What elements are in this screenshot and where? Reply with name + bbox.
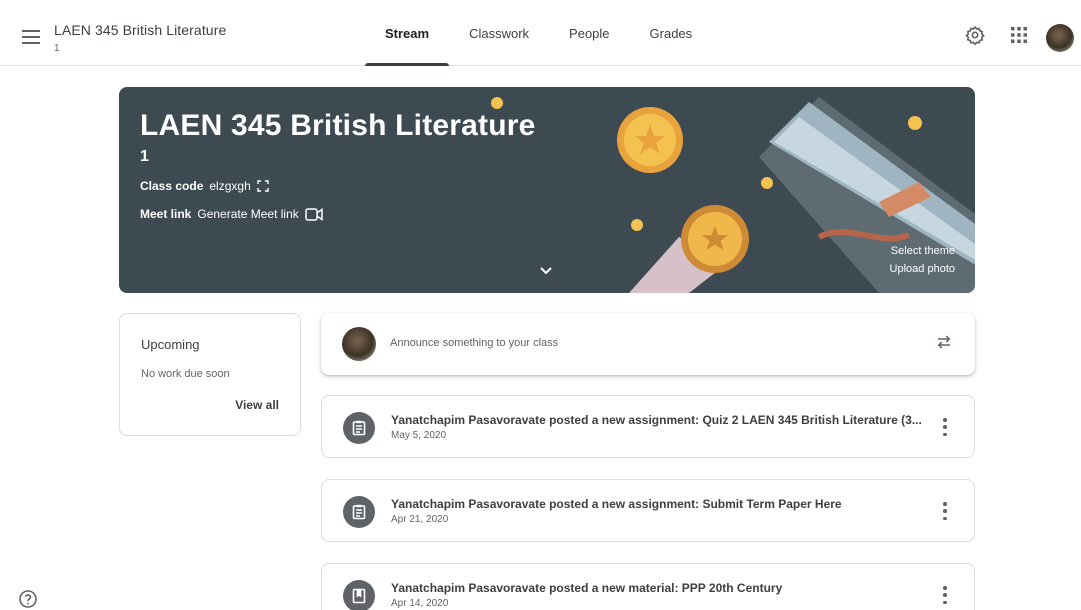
help-icon[interactable]: [18, 589, 38, 610]
stream-post[interactable]: Yanatchapim Pasavoravate posted a new as…: [321, 395, 975, 458]
tab-bar: Stream Classwork People Grades: [365, 0, 712, 66]
repost-icon[interactable]: [935, 333, 953, 356]
upcoming-card: Upcoming No work due soon View all: [119, 313, 301, 436]
class-code-label: Class code: [140, 179, 204, 193]
upcoming-title: Upcoming: [141, 337, 200, 352]
post-title[interactable]: Yanatchapim Pasavoravate posted a new as…: [391, 413, 931, 427]
announce-placeholder[interactable]: Announce something to your class: [390, 337, 558, 349]
material-icon: [343, 580, 375, 610]
class-code-row: Class code elzgxgh: [140, 179, 269, 193]
upcoming-empty-text: No work due soon: [141, 368, 230, 380]
more-options-icon[interactable]: [942, 502, 948, 520]
stream-post[interactable]: Yanatchapim Pasavoravate posted a new ma…: [321, 563, 975, 610]
meet-link-label: Meet link: [140, 207, 192, 221]
post-title[interactable]: Yanatchapim Pasavoravate posted a new as…: [391, 497, 931, 511]
tab-grades[interactable]: Grades: [630, 0, 713, 66]
post-title[interactable]: Yanatchapim Pasavoravate posted a new ma…: [391, 581, 931, 595]
more-options-icon[interactable]: [942, 586, 948, 604]
banner-section: 1: [140, 148, 149, 165]
class-section: 1: [54, 43, 60, 54]
menu-icon[interactable]: [16, 22, 46, 52]
banner-title: LAEN 345 British Literature: [140, 109, 536, 142]
account-avatar[interactable]: [1046, 24, 1074, 52]
view-all-link[interactable]: View all: [235, 398, 279, 412]
video-camera-icon[interactable]: [305, 207, 323, 221]
post-date: Apr 14, 2020: [391, 598, 449, 609]
class-title[interactable]: LAEN 345 British Literature: [54, 22, 226, 38]
stream-post[interactable]: Yanatchapim Pasavoravate posted a new as…: [321, 479, 975, 542]
assignment-icon: [343, 412, 375, 444]
class-banner: LAEN 345 British Literature 1 Class code…: [119, 87, 975, 293]
chevron-down-icon[interactable]: [539, 263, 553, 281]
assignment-icon: [343, 496, 375, 528]
post-date: May 5, 2020: [391, 430, 447, 441]
meet-link-row: Meet link Generate Meet link: [140, 207, 323, 221]
upload-photo-link[interactable]: Upload photo: [890, 263, 955, 275]
settings-icon[interactable]: [964, 24, 986, 46]
announce-box[interactable]: Announce something to your class: [321, 313, 975, 375]
class-code-value: elzgxgh: [209, 179, 251, 193]
apps-grid-icon[interactable]: [1008, 24, 1030, 46]
post-date: Apr 21, 2020: [391, 514, 449, 525]
top-bar: LAEN 345 British Literature 1 Stream Cla…: [0, 0, 1081, 66]
tab-stream[interactable]: Stream: [365, 0, 450, 66]
more-options-icon[interactable]: [942, 418, 948, 436]
fullscreen-icon[interactable]: [257, 180, 269, 192]
tab-people[interactable]: People: [549, 0, 629, 66]
generate-meet-link[interactable]: Generate Meet link: [197, 207, 298, 221]
user-avatar: [342, 327, 376, 361]
select-theme-link[interactable]: Select theme: [891, 245, 955, 257]
tab-classwork[interactable]: Classwork: [449, 0, 549, 66]
